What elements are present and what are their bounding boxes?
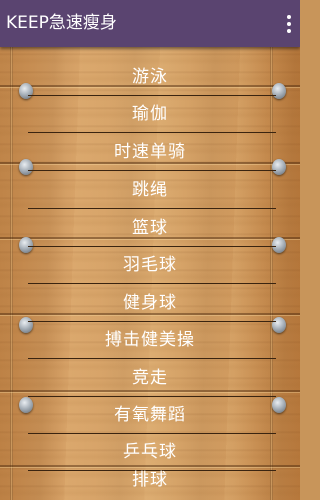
- menu-item-label: 搏击健美操: [105, 330, 195, 350]
- app-screen: KEEP急速瘦身 游泳 瑜伽 时速单骑 跳绳 篮球 羽毛球 健身球 搏击健美操 …: [0, 0, 300, 500]
- app-title: KEEP急速瘦身: [6, 13, 117, 33]
- menu-item-badminton[interactable]: 羽毛球: [0, 247, 300, 284]
- more-vert-icon[interactable]: [278, 8, 300, 40]
- menu-item-label: 健身球: [123, 293, 177, 313]
- menu-item-underline: [28, 170, 276, 171]
- menu-item-label: 排球: [132, 470, 168, 490]
- menu-item-jump-rope[interactable]: 跳绳: [0, 172, 300, 209]
- menu-item-yoga[interactable]: 瑜伽: [0, 96, 300, 133]
- menu-item-label: 有氧舞蹈: [114, 405, 186, 425]
- menu-item-cycling[interactable]: 时速单骑: [0, 134, 300, 171]
- menu-item-label: 乒乓球: [123, 442, 177, 462]
- menu-item-label: 游泳: [132, 67, 168, 87]
- menu-item-swimming[interactable]: 游泳: [0, 59, 300, 96]
- menu-item-label: 跳绳: [132, 180, 168, 200]
- menu-item-underline: [28, 132, 276, 133]
- menu-item-underline: [28, 283, 276, 284]
- menu-item-fitness-ball[interactable]: 健身球: [0, 285, 300, 322]
- menu-item-volleyball[interactable]: 排球: [0, 462, 300, 499]
- menu-item-combat-aerobics[interactable]: 搏击健美操: [0, 322, 300, 359]
- menu-item-aerobic-dance[interactable]: 有氧舞蹈: [0, 397, 300, 434]
- menu-item-label: 竞走: [132, 368, 168, 388]
- menu-item-label: 篮球: [132, 218, 168, 238]
- menu-item-underline: [28, 208, 276, 209]
- menu-item-label: 羽毛球: [123, 255, 177, 275]
- app-bar: KEEP急速瘦身: [0, 0, 300, 47]
- menu-item-label: 时速单骑: [114, 142, 186, 162]
- menu-item-underline: [28, 358, 276, 359]
- menu-item-race-walking[interactable]: 竞走: [0, 360, 300, 397]
- menu-item-label: 瑜伽: [132, 104, 168, 124]
- menu-item-basketball[interactable]: 篮球: [0, 210, 300, 247]
